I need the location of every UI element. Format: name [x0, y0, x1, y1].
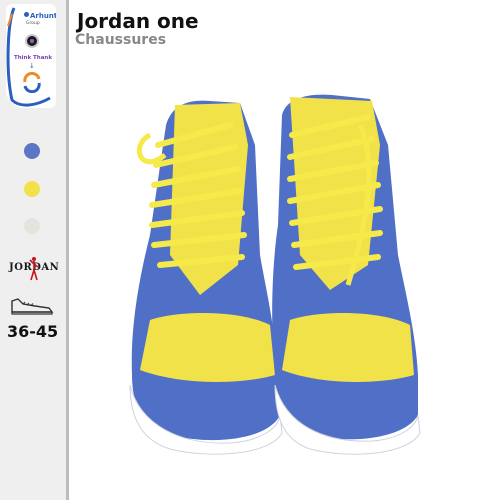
- sidebar-divider: [66, 0, 69, 500]
- color-swatch-blue[interactable]: [24, 143, 40, 159]
- color-swatch-white[interactable]: [24, 218, 40, 234]
- think-thank-logo-icon: [25, 34, 39, 48]
- company-name: Arhunt: [30, 12, 56, 20]
- right-shoe: [272, 94, 421, 455]
- jordan-logo: JORDAN: [9, 256, 59, 282]
- jumpman-icon: [29, 257, 39, 281]
- product-category: Chaussures: [75, 32, 167, 48]
- product-title: Jordan one: [77, 9, 199, 33]
- product-image: [129, 94, 421, 455]
- partner-logo-icon: [23, 71, 41, 93]
- arhunt-logo-icon: [24, 12, 29, 17]
- size-range: 36-45: [7, 322, 59, 341]
- brand-logos: Arhunt Group Think Thank ↓: [6, 4, 56, 108]
- company-sub: Group: [26, 21, 40, 26]
- think-thank-label: Think Thank: [14, 55, 52, 61]
- left-shoe: [129, 100, 283, 455]
- shoe-outline-icon: [11, 298, 54, 315]
- arrow-down-icon: ↓: [29, 62, 35, 70]
- color-swatch-yellow[interactable]: [24, 181, 40, 197]
